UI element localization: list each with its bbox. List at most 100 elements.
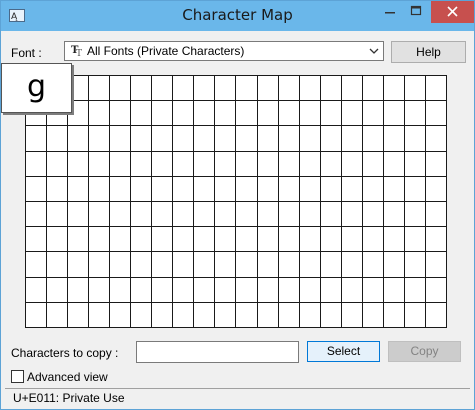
character-cell[interactable] [425,126,447,152]
character-cell[interactable] [89,227,111,253]
character-cell[interactable] [404,176,426,202]
character-cell[interactable] [383,227,405,253]
character-cell[interactable] [194,151,216,177]
character-cell[interactable] [257,202,279,228]
advanced-view-checkbox[interactable] [11,370,24,383]
character-cell[interactable] [341,76,363,102]
character-cell[interactable] [278,76,300,102]
character-cell[interactable] [47,202,69,228]
character-cell[interactable] [89,202,111,228]
character-cell[interactable] [425,202,447,228]
character-cell[interactable] [110,302,132,328]
character-cell[interactable] [341,302,363,328]
character-cell[interactable] [404,151,426,177]
character-cell[interactable] [89,176,111,202]
character-cell[interactable] [152,277,174,303]
character-cell[interactable] [278,202,300,228]
character-cell[interactable] [362,151,384,177]
title-bar[interactable]: Ą Character Map [1,1,474,31]
character-cell[interactable] [236,101,258,127]
character-cell[interactable] [404,126,426,152]
character-cell[interactable] [236,302,258,328]
character-cell[interactable] [215,252,237,278]
character-cell[interactable] [425,252,447,278]
character-cell[interactable] [47,126,69,152]
character-cell[interactable] [152,202,174,228]
character-cell[interactable] [299,277,321,303]
character-cell[interactable] [404,227,426,253]
character-cell[interactable] [320,227,342,253]
minimize-button[interactable] [377,1,403,23]
character-cell[interactable] [236,151,258,177]
character-cell[interactable] [236,252,258,278]
character-cell[interactable] [194,302,216,328]
character-cell[interactable] [131,277,153,303]
character-cell[interactable] [320,101,342,127]
character-cell[interactable] [215,76,237,102]
character-cell[interactable] [320,302,342,328]
character-cell[interactable] [68,227,90,253]
character-cell[interactable] [404,302,426,328]
character-cell[interactable] [26,176,48,202]
character-cell[interactable] [362,126,384,152]
character-cell[interactable] [110,202,132,228]
character-cell[interactable] [194,176,216,202]
character-cell[interactable] [215,176,237,202]
character-cell[interactable] [257,126,279,152]
character-cell[interactable] [194,277,216,303]
character-cell[interactable] [89,252,111,278]
character-cell[interactable] [236,277,258,303]
character-cell[interactable] [110,126,132,152]
character-cell[interactable] [362,202,384,228]
character-cell[interactable] [383,126,405,152]
character-cell[interactable] [152,302,174,328]
character-cell[interactable] [173,126,195,152]
character-cell[interactable] [131,101,153,127]
character-cell[interactable] [257,76,279,102]
character-cell[interactable] [299,151,321,177]
character-cell[interactable] [320,202,342,228]
character-cell[interactable] [89,126,111,152]
character-cell[interactable] [341,277,363,303]
character-cell[interactable] [26,151,48,177]
character-cell[interactable] [173,151,195,177]
character-cell[interactable] [173,227,195,253]
font-dropdown[interactable]: T T All Fonts (Private Characters) [64,41,384,61]
character-cell[interactable] [173,202,195,228]
character-cell[interactable] [320,76,342,102]
character-cell[interactable] [173,302,195,328]
character-cell[interactable] [299,302,321,328]
character-cell[interactable] [257,176,279,202]
maximize-button[interactable] [403,1,429,23]
character-cell[interactable] [383,252,405,278]
character-cell[interactable] [425,277,447,303]
character-cell[interactable] [425,76,447,102]
character-cell[interactable] [362,277,384,303]
character-cell[interactable] [278,227,300,253]
character-cell[interactable] [341,252,363,278]
character-cell[interactable] [131,227,153,253]
character-cell[interactable] [131,176,153,202]
character-cell[interactable] [236,202,258,228]
character-cell[interactable] [383,76,405,102]
character-cell[interactable] [215,227,237,253]
character-cell[interactable] [257,302,279,328]
character-cell[interactable] [299,252,321,278]
character-cell[interactable] [215,277,237,303]
character-cell[interactable] [173,176,195,202]
character-cell[interactable] [383,302,405,328]
character-cell[interactable] [68,126,90,152]
character-cell[interactable] [278,151,300,177]
character-cell[interactable] [110,227,132,253]
character-cell[interactable] [341,227,363,253]
character-cell[interactable] [47,151,69,177]
character-cell[interactable] [425,176,447,202]
character-cell[interactable] [236,76,258,102]
character-cell[interactable] [278,101,300,127]
character-cell[interactable] [341,202,363,228]
character-cell[interactable] [362,227,384,253]
character-cell[interactable] [131,202,153,228]
character-cell[interactable] [89,302,111,328]
character-cell[interactable] [89,277,111,303]
character-cell[interactable] [362,176,384,202]
